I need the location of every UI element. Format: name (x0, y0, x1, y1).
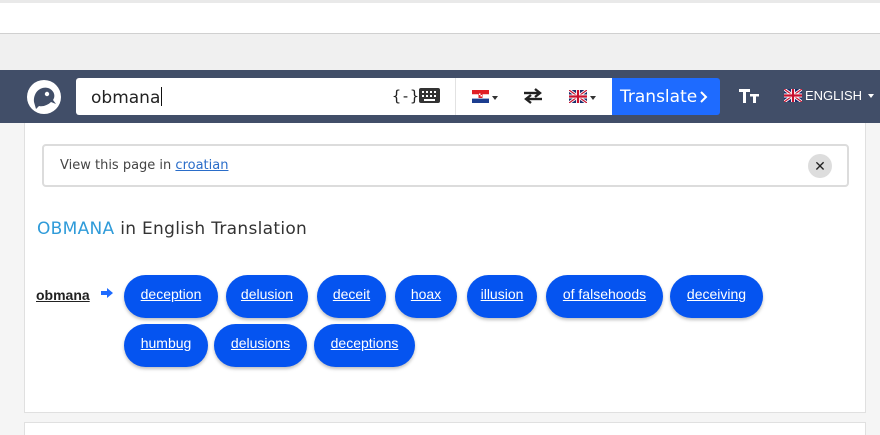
swap-languages-icon[interactable] (522, 87, 544, 105)
language-selector-bar (455, 78, 612, 115)
search-input-value[interactable]: obmana (91, 87, 162, 108)
translate-button-label: Translate (620, 87, 698, 107)
arrow-right-icon (101, 288, 113, 298)
language-notice-link[interactable]: croatian (175, 158, 228, 173)
site-language-label: ENGLISH (805, 88, 863, 103)
page-title-suffix: in English Translation (114, 219, 308, 239)
translation-chip[interactable]: delusions (214, 324, 307, 367)
language-notice: View this page in croatian ✕ (42, 144, 849, 187)
translation-chip[interactable]: humbug (124, 324, 208, 367)
chevron-right-icon (700, 91, 708, 103)
font-size-icon[interactable] (738, 87, 760, 104)
language-notice-prefix: View this page in (60, 158, 176, 173)
translation-chip[interactable]: hoax (395, 275, 457, 318)
translation-chip[interactable]: delusion (226, 275, 308, 318)
translation-chip[interactable]: deception (124, 275, 218, 318)
close-button[interactable]: ✕ (808, 154, 832, 178)
translate-button[interactable]: Translate (612, 78, 720, 115)
parrot-logo-icon (33, 87, 56, 109)
translation-card: View this page in croatian ✕ OBMANA in E… (24, 123, 866, 413)
translation-chip[interactable]: illusion (467, 275, 537, 318)
special-characters-button[interactable]: {-} (392, 87, 419, 105)
translation-chip[interactable]: deceiving (670, 275, 763, 318)
chevron-down-icon[interactable] (590, 96, 596, 100)
translation-chip[interactable]: of falsehoods (546, 275, 663, 318)
translation-chip[interactable]: deceptions (314, 324, 415, 367)
browser-bookmarks-bar (0, 34, 880, 70)
close-icon: ✕ (814, 158, 826, 174)
keyboard-icon[interactable] (419, 88, 440, 103)
site-logo[interactable] (27, 80, 61, 114)
page-title-word: OBMANA (37, 219, 115, 239)
chevron-down-icon (868, 93, 875, 98)
uk-flag-icon (784, 89, 802, 102)
browser-toolbar (0, 0, 880, 34)
language-notice-text: View this page in croatian (60, 158, 228, 173)
next-card (24, 422, 866, 435)
chevron-down-icon[interactable] (492, 96, 498, 100)
source-word-link[interactable]: obmana (36, 287, 90, 303)
search-input[interactable]: obmana {-} (76, 78, 455, 115)
site-language-dropdown[interactable]: ENGLISH (784, 88, 875, 103)
translation-chip[interactable]: deceit (317, 275, 386, 318)
page-title: OBMANA in English Translation (37, 219, 307, 239)
croatia-flag-icon[interactable] (472, 90, 489, 103)
navbar: obmana {-} Translate ENGLISH (0, 70, 880, 123)
uk-flag-icon[interactable] (569, 90, 587, 103)
